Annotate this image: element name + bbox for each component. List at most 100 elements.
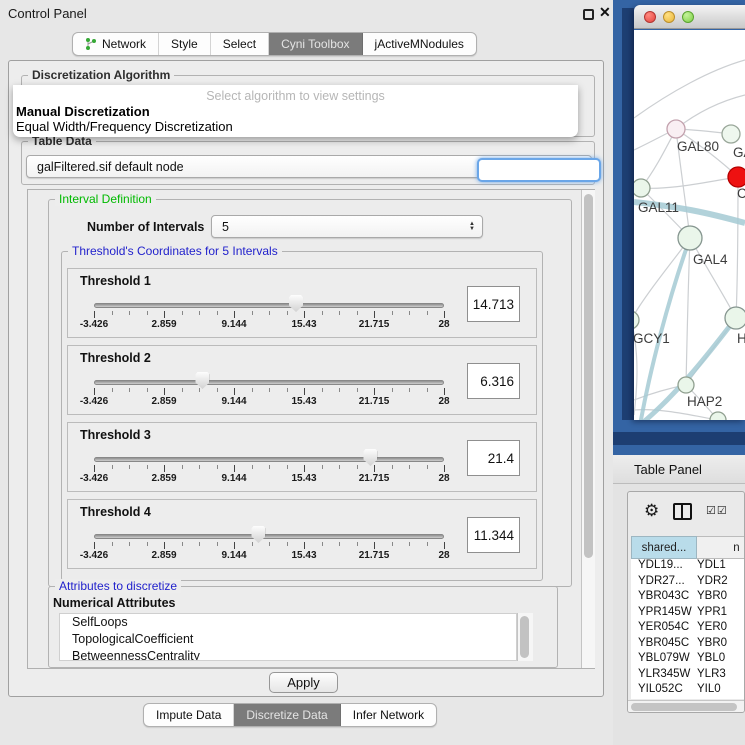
threshold-box: Threshold 2-3.4262.8599.14415.4321.71528 (67, 345, 537, 415)
major-tick (234, 542, 235, 549)
minor-tick (409, 311, 410, 315)
node-label: GCY1 (634, 331, 670, 346)
table-row[interactable]: YLR345WYLR3 (631, 668, 745, 684)
number-of-intervals-combobox[interactable]: 5 ▲▼ (211, 215, 483, 238)
tab-jactivemnodules[interactable]: jActiveMNodules (363, 33, 476, 55)
network-node-c[interactable] (728, 167, 745, 187)
table-row[interactable]: YER054CYER0 (631, 621, 745, 637)
algorithm-option[interactable]: Manual Discretization (16, 104, 150, 119)
cell-name: YBR0 (694, 637, 745, 653)
numerical-attributes-list[interactable]: SelfLoopsTopologicalCoefficientBetweenne… (59, 613, 517, 661)
table-panel: Table Panel ⚙ ☑☑ shared... n YDL19...YDL… (613, 455, 745, 745)
slider-thumb[interactable] (363, 449, 377, 466)
tab-label: Discretize Data (246, 708, 327, 722)
network-edge[interactable] (641, 177, 738, 188)
tab-discretize-data[interactable]: Discretize Data (234, 704, 340, 726)
list-item[interactable]: TopologicalCoefficient (60, 631, 516, 648)
network-node-hap2[interactable] (678, 377, 694, 393)
zoom-button-icon[interactable] (682, 11, 694, 23)
major-tick (234, 465, 235, 472)
cell-name: YIL0 (694, 683, 745, 699)
list-item[interactable]: SelfLoops (60, 614, 516, 631)
minimize-button-icon[interactable] (663, 11, 675, 23)
table-row[interactable]: YBR043CYBR0 (631, 590, 745, 606)
checkbox-icons[interactable]: ☑☑ (706, 504, 728, 517)
apply-button[interactable]: Apply (269, 672, 338, 693)
network-view-window: GAL80GACGAL11GAL4GCY1HHAP2 (634, 5, 745, 420)
tab-style[interactable]: Style (159, 33, 211, 55)
cell-shared-name: YBR043C (631, 590, 694, 606)
slider-track[interactable] (94, 303, 444, 308)
network-canvas[interactable]: GAL80GACGAL11GAL4GCY1HHAP2 (634, 30, 745, 420)
slider-thumb[interactable] (195, 372, 209, 389)
network-node-gcy1[interactable] (634, 311, 639, 329)
float-window-icon[interactable] (583, 9, 594, 20)
close-button-icon[interactable] (644, 11, 656, 23)
table-row[interactable]: YBR045CYBR0 (631, 637, 745, 653)
threshold-value-field[interactable] (467, 286, 520, 322)
tick-label: 2.859 (151, 550, 176, 561)
algorithm-combobox[interactable] (477, 158, 601, 182)
slider-track[interactable] (94, 380, 444, 385)
major-tick (164, 311, 165, 318)
tick-label: 28 (438, 550, 449, 561)
table-horizontal-scrollbar[interactable] (628, 700, 744, 713)
table-row[interactable]: YBL079WYBL0 (631, 652, 745, 668)
column-header[interactable]: shared... (631, 536, 697, 559)
minor-tick (252, 311, 253, 315)
threshold-value-field[interactable] (467, 363, 520, 399)
close-icon[interactable]: ✕ (599, 4, 611, 21)
tab-impute-data[interactable]: Impute Data (144, 704, 234, 726)
tick-label: 28 (438, 396, 449, 407)
attributes-group: Attributes to discretize Numerical Attri… (48, 586, 558, 668)
cell-name: YBL0 (694, 652, 745, 668)
panel-scrollbar[interactable] (581, 190, 595, 668)
algorithm-option[interactable]: Equal Width/Frequency Discretization (16, 119, 233, 134)
network-edge[interactable] (690, 238, 736, 318)
column-selector-icon[interactable] (673, 503, 692, 520)
network-node-ga[interactable] (722, 125, 740, 143)
network-edge[interactable] (676, 95, 745, 129)
tab-infer-network[interactable]: Infer Network (341, 704, 436, 726)
apply-button-label: Apply (287, 675, 320, 690)
slider-thumb[interactable] (289, 295, 303, 312)
node-table: ⚙ ☑☑ shared... n YDL19...YDL1YDR27...YDR… (627, 491, 745, 713)
slider-track[interactable] (94, 457, 444, 462)
table-row[interactable]: YDR27...YDR2 (631, 575, 745, 591)
minor-tick (129, 465, 130, 469)
column-header[interactable]: n (697, 536, 745, 559)
network-window-titlebar[interactable] (634, 5, 745, 29)
stepper-icon: ▲▼ (469, 222, 475, 232)
network-edge[interactable] (634, 238, 690, 320)
minor-tick (269, 465, 270, 469)
threshold-value-field[interactable] (467, 517, 520, 553)
minor-tick (182, 465, 183, 469)
node-label: H (737, 331, 745, 346)
minor-tick (217, 311, 218, 315)
network-edge[interactable] (686, 238, 690, 385)
network-node-gal80[interactable] (667, 120, 685, 138)
list-item[interactable]: BetweennessCentrality (60, 648, 516, 661)
tab-select[interactable]: Select (211, 33, 269, 55)
network-node-gal11[interactable] (634, 179, 650, 197)
table-row[interactable]: YIL052CYIL0 (631, 683, 745, 699)
major-tick (164, 465, 165, 472)
tab-cyni-toolbox[interactable]: Cyni Toolbox (269, 33, 362, 55)
major-tick (94, 542, 95, 549)
numerical-attributes-label: Numerical Attributes (53, 596, 175, 610)
tab-label: Network (102, 37, 146, 51)
tab-network[interactable]: Network (73, 33, 159, 55)
network-edge[interactable] (634, 60, 745, 118)
network-node-h[interactable] (725, 307, 745, 329)
table-row[interactable]: YPR145WYPR1 (631, 606, 745, 622)
tick-label: 2.859 (151, 473, 176, 484)
list-scrollbar[interactable] (517, 613, 533, 661)
slider-thumb[interactable] (251, 526, 265, 543)
settings-gear-icon[interactable]: ⚙ (644, 501, 659, 521)
table-row[interactable]: YDL19...YDL1 (631, 559, 745, 575)
minor-tick (427, 311, 428, 315)
network-node-gal4[interactable] (678, 226, 702, 250)
table-header-row: shared... n (631, 536, 745, 559)
threshold-value-field[interactable] (467, 440, 520, 476)
slider-track[interactable] (94, 534, 444, 539)
